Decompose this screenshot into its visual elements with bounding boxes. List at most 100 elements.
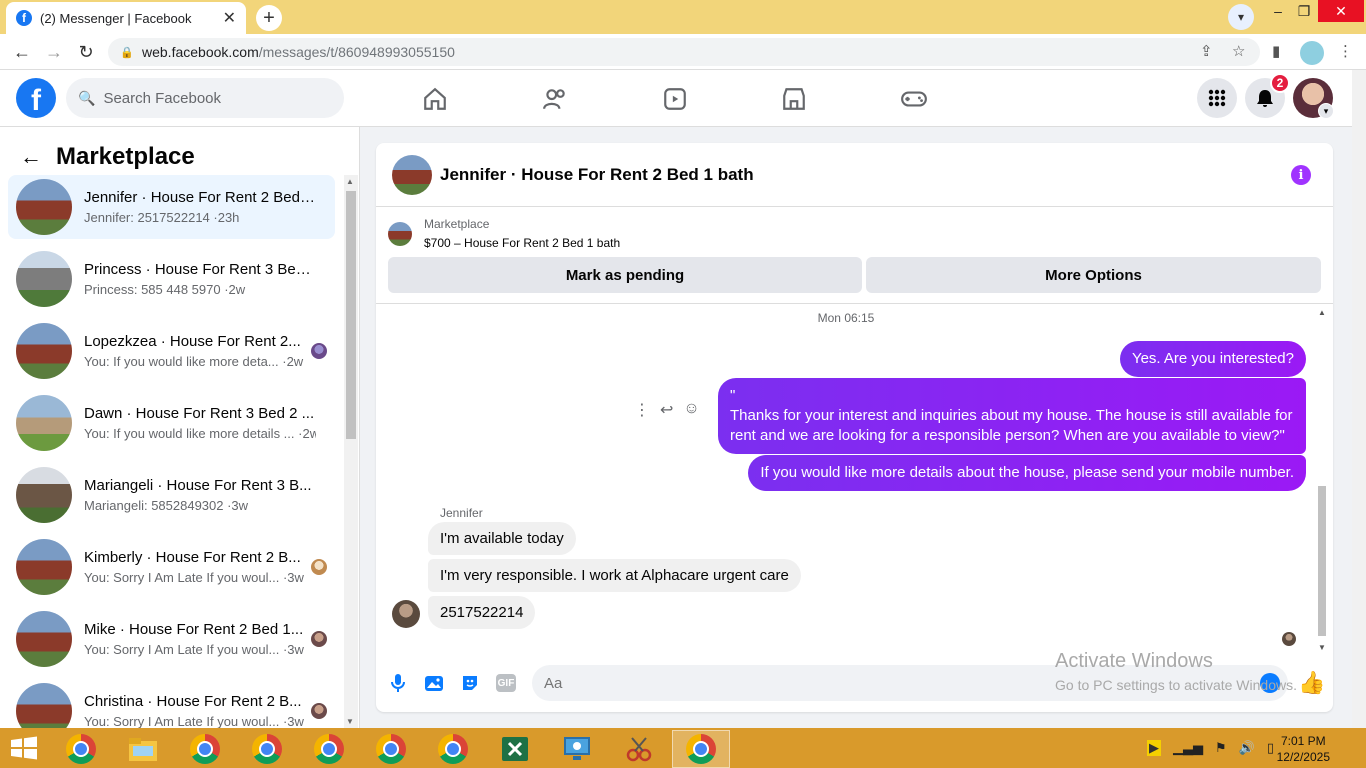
friends-icon[interactable] — [540, 84, 570, 114]
watch-icon[interactable] — [660, 84, 690, 114]
photo-attach-icon[interactable] — [422, 671, 446, 695]
browser-profile-avatar[interactable] — [1300, 41, 1324, 65]
scroll-up-icon[interactable]: ▲ — [1318, 308, 1326, 317]
chat-title[interactable]: Jennifer · House For Rent 2 Bed 1 bath — [440, 165, 754, 185]
incoming-message[interactable]: 2517522214 — [428, 596, 536, 629]
chat-listing-thumbnail[interactable] — [392, 154, 432, 195]
address-bar[interactable]: 🔒 web.facebook.com/messages/t/8609489930… — [108, 38, 1260, 66]
windows-taskbar: ▶ ▁▃▅ ⚑ 🔊 ▯ 7:01 PM 12/2/2025 — [0, 728, 1366, 768]
tab-close-icon[interactable]: ✕ — [223, 8, 236, 28]
thumbs-up-icon[interactable]: 👍 — [1298, 670, 1325, 696]
conversation-item[interactable]: Mike · House For Rent 2 Bed 1... You: So… — [8, 607, 335, 671]
reload-icon[interactable]: ↻ — [74, 40, 98, 64]
search-input[interactable]: 🔍 Search Facebook — [66, 78, 344, 118]
gaming-icon[interactable] — [899, 84, 929, 114]
network-icon[interactable]: ▁▃▅ — [1173, 740, 1203, 756]
sidebar-header: ← Marketplace — [20, 143, 195, 171]
conversation-name: Jennifer · House For Rent 2 Bed ... — [84, 189, 316, 206]
flag-icon[interactable]: ⚑ — [1215, 740, 1227, 756]
outgoing-message[interactable]: If you would like more details about the… — [748, 455, 1306, 491]
more-options-button[interactable]: More Options — [866, 257, 1321, 293]
browser-menu-icon[interactable]: ⋮ — [1338, 42, 1353, 60]
read-receipt-avatar — [311, 559, 327, 575]
taskbar-remote-app[interactable] — [548, 730, 606, 768]
back-arrow-icon[interactable]: ← — [20, 144, 42, 170]
scroll-up-icon[interactable]: ▲ — [346, 177, 354, 186]
conversation-item[interactable]: Lopezkzea · House For Rent 2... You: If … — [8, 319, 335, 383]
share-icon[interactable]: ⇪ — [1200, 42, 1213, 60]
conversation-snippet: You: If you would like more deta... ·2w — [84, 354, 304, 369]
close-window-button[interactable]: ✕ — [1318, 0, 1364, 22]
menu-grid-icon[interactable] — [1197, 78, 1237, 118]
home-icon[interactable] — [420, 84, 450, 114]
sidebar-title: Marketplace — [56, 143, 195, 170]
message-scrollbar[interactable]: ▲ ▼ — [1316, 308, 1328, 652]
chrome-icon — [314, 734, 344, 764]
sender-name: Jennifer — [440, 506, 483, 520]
marketplace-icon[interactable] — [779, 84, 809, 114]
back-arrow-icon[interactable]: ← — [10, 40, 34, 64]
conversation-snippet: You: Sorry I Am Late If you woul... ·3w — [84, 714, 304, 728]
tab-search-chevron-icon[interactable]: ▾ — [1228, 4, 1254, 30]
forward-arrow-icon[interactable]: → — [42, 40, 66, 64]
battery-icon[interactable]: ▯ — [1267, 740, 1274, 756]
browser-tab-bar: f (2) Messenger | Facebook ✕ + ▾ – ❐ ✕ — [0, 0, 1366, 34]
taskbar-chrome-app[interactable] — [300, 730, 358, 768]
chrome-icon — [376, 734, 406, 764]
taskbar-chrome-app-active[interactable] — [672, 730, 730, 768]
scroll-down-icon[interactable]: ▼ — [1318, 643, 1326, 652]
message-scroll-thumb[interactable] — [1318, 486, 1326, 636]
sticker-icon[interactable] — [458, 671, 482, 695]
incoming-message[interactable]: I'm available today — [428, 522, 576, 555]
volume-icon[interactable]: 🔊 — [1239, 740, 1255, 756]
windows-start-icon[interactable] — [10, 736, 38, 760]
page-scrollbar[interactable] — [1352, 70, 1366, 728]
outgoing-message[interactable]: Yes. Are you interested? — [1119, 341, 1306, 377]
incoming-message[interactable]: I'm very responsible. I work at Alphacar… — [428, 559, 801, 592]
bookmark-star-icon[interactable]: ☆ — [1232, 42, 1245, 60]
react-emoji-icon[interactable]: ☺ — [683, 400, 699, 420]
taskbar-chrome-app[interactable] — [176, 730, 234, 768]
media-icon[interactable]: ▶ — [1147, 740, 1161, 756]
taskbar-clock[interactable]: 7:01 PM 12/2/2025 — [1277, 733, 1330, 765]
sidebar-scroll-thumb[interactable] — [346, 191, 356, 439]
more-options-icon[interactable]: ⋮ — [634, 400, 650, 420]
taskbar-chrome-app[interactable] — [52, 730, 110, 768]
conversation-snippet: You: If you would like more details ... … — [84, 426, 316, 441]
facebook-logo-icon[interactable]: f — [16, 78, 56, 118]
conversation-item[interactable]: Christina · House For Rent 2 B... You: S… — [8, 679, 335, 728]
reply-icon[interactable]: ↩ — [660, 400, 673, 420]
sender-avatar[interactable] — [392, 600, 420, 628]
gif-icon[interactable]: GIF — [496, 674, 516, 692]
outgoing-message[interactable]: " Thanks for your interest and inquiries… — [718, 378, 1306, 454]
chrome-icon — [252, 734, 282, 764]
taskbar-excel-app[interactable] — [486, 730, 544, 768]
mark-as-pending-button[interactable]: Mark as pending — [388, 257, 862, 293]
side-panel-icon[interactable]: ▮ — [1272, 42, 1280, 60]
microphone-icon[interactable] — [386, 671, 410, 695]
conversation-name: Lopezkzea · House For Rent 2... — [84, 333, 301, 350]
browser-tab[interactable]: f (2) Messenger | Facebook ✕ — [6, 2, 246, 34]
sidebar-scrollbar[interactable]: ▲ ▼ — [344, 175, 358, 728]
taskbar-file-explorer[interactable] — [114, 730, 172, 768]
taskbar-chrome-app[interactable] — [362, 730, 420, 768]
message-actions: ⋮ ↩ ☺ — [634, 400, 700, 420]
scroll-down-icon[interactable]: ▼ — [346, 717, 354, 726]
info-icon[interactable]: i — [1291, 165, 1311, 185]
listing-title: $700 – House For Rent 2 Bed 1 bath — [424, 236, 621, 250]
conversation-name: Princess · House For Rent 3 Bed ... — [84, 261, 316, 278]
marketplace-listing-row[interactable]: Marketplace $700 – House For Rent 2 Bed … — [388, 217, 620, 250]
conversation-item[interactable]: Dawn · House For Rent 3 Bed 2 ... You: I… — [8, 391, 335, 455]
conversation-item[interactable]: Princess · House For Rent 3 Bed ... Prin… — [8, 247, 335, 311]
emoji-icon[interactable] — [1260, 673, 1280, 693]
chevron-down-icon[interactable]: ▾ — [1318, 103, 1334, 119]
new-tab-button[interactable]: + — [256, 5, 282, 31]
conversation-item[interactable]: Jennifer · House For Rent 2 Bed ... Jenn… — [8, 175, 335, 239]
taskbar-chrome-app[interactable] — [424, 730, 482, 768]
conversation-item[interactable]: Kimberly · House For Rent 2 B... You: So… — [8, 535, 335, 599]
conversation-item[interactable]: Mariangeli · House For Rent 3 B... Maria… — [8, 463, 335, 527]
message-input[interactable] — [532, 665, 1288, 701]
taskbar-chrome-app[interactable] — [238, 730, 296, 768]
taskbar-snipping-app[interactable] — [610, 730, 668, 768]
conversation-snippet: You: Sorry I Am Late If you woul... ·3w — [84, 570, 304, 585]
